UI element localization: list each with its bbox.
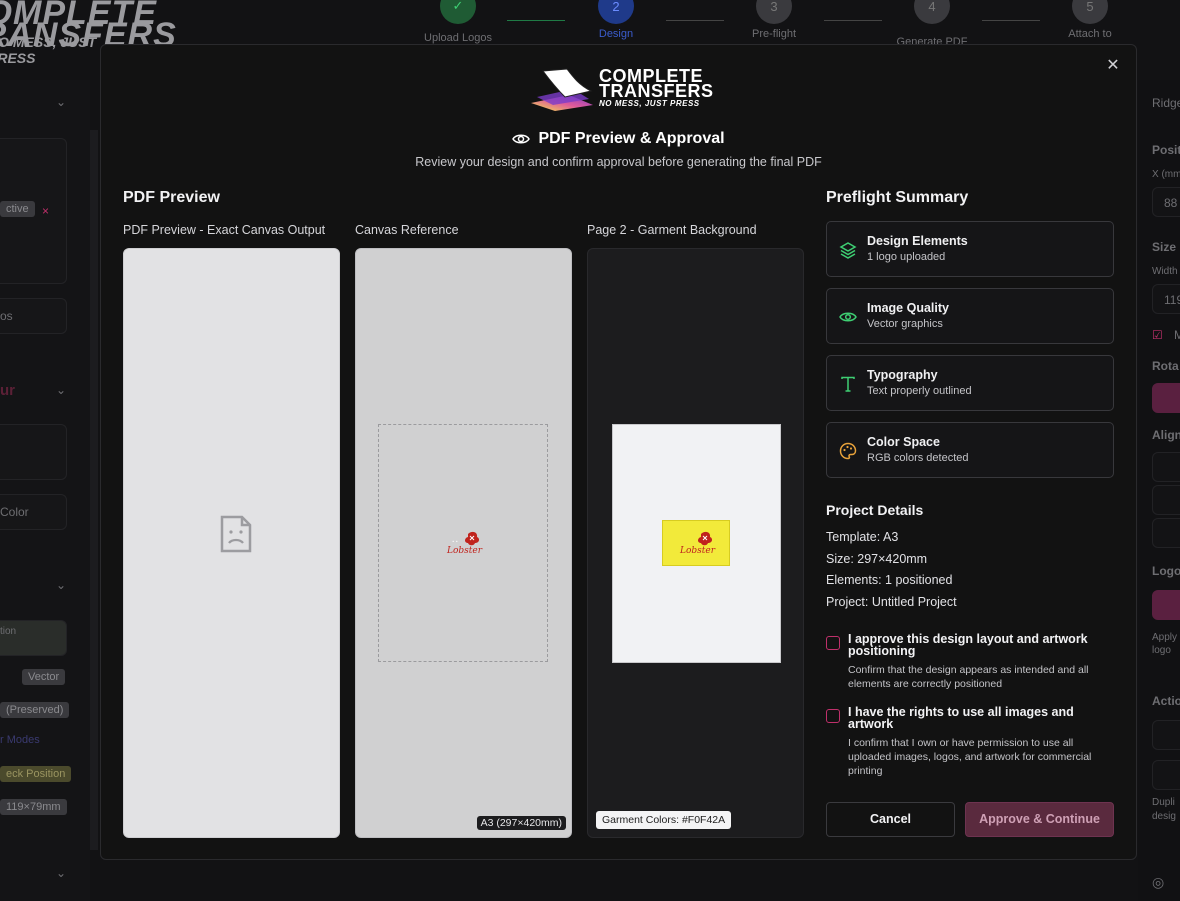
svg-text:• •: • • — [452, 539, 458, 544]
rights-confirmation-checkbox[interactable] — [826, 709, 840, 723]
garment-color-swatch: Lobster — [662, 520, 730, 566]
approve-continue-button[interactable]: Approve & Continue — [965, 802, 1114, 837]
eye-icon — [512, 134, 531, 144]
step-connector — [982, 20, 1040, 21]
layers-icon — [839, 242, 857, 259]
maintain-ratio-checkbox[interactable]: ☑ — [1152, 328, 1163, 342]
garment-background-frame: Lobster Garment Colors: #F0F42A — [587, 248, 804, 838]
step-attach[interactable]: 5 Attach to — [1068, 0, 1112, 40]
preflight-image-quality: Image Quality Vector graphics — [826, 288, 1114, 344]
preflight-heading: Preflight Summary — [826, 189, 969, 206]
lobster-logo-thumbnail: Lobster — [679, 531, 716, 556]
step-design[interactable]: 2 Design — [598, 0, 634, 40]
align-button[interactable] — [1152, 485, 1180, 515]
logo-action-button[interactable] — [1152, 590, 1180, 620]
project-details-heading: Project Details — [826, 502, 924, 518]
step-preflight[interactable]: 3 Pre-flight — [752, 0, 796, 40]
step-connector — [666, 20, 724, 21]
detail-project: Project: Untitled Project — [826, 595, 957, 609]
step-connector — [824, 20, 882, 21]
chevron-down-icon[interactable]: ⌄ — [56, 383, 66, 397]
panel-label-canvas: Canvas Reference — [355, 223, 459, 237]
panel-label-garment: Page 2 - Garment Background — [587, 223, 757, 237]
remove-icon[interactable]: × — [42, 204, 49, 218]
sidebar-panel — [0, 424, 67, 480]
check-icon: ✓ — [440, 0, 476, 24]
panel-label-pdf: PDF Preview - Exact Canvas Output — [123, 223, 326, 237]
align-button[interactable] — [1152, 452, 1180, 482]
align-button[interactable] — [1152, 518, 1180, 548]
left-scrollbar[interactable] — [90, 130, 98, 850]
garment-page: Lobster — [612, 424, 781, 663]
progress-stepper: ✓ Upload Logos 2 Design 3 Pre-flight 4 G… — [410, 0, 1130, 48]
palette-icon — [839, 442, 857, 460]
detail-elements: Elements: 1 positioned — [826, 573, 953, 587]
detail-template: Template: A3 — [826, 530, 899, 544]
garment-colors-badge: Garment Colors: #F0F42A — [596, 811, 732, 829]
canvas-size-badge: A3 (297×420mm) — [476, 816, 566, 830]
detail-size: Size: 297×420mm — [826, 552, 928, 566]
chevron-down-icon[interactable]: ⌄ — [56, 866, 66, 880]
modal-subtitle: Review your design and confirm approval … — [415, 155, 822, 169]
svg-text:Lobster: Lobster — [679, 546, 716, 556]
rotate-button[interactable] — [1152, 383, 1180, 413]
pdf-preview-frame[interactable] — [123, 248, 340, 838]
preflight-color-space: Color Space RGB colors detected — [826, 422, 1114, 478]
step-upload-logos[interactable]: ✓ Upload Logos — [424, 0, 492, 44]
pdf-preview-heading: PDF Preview — [123, 189, 220, 206]
type-icon — [841, 376, 855, 392]
eye-icon — [839, 312, 857, 322]
action-button[interactable] — [1152, 720, 1180, 750]
brand-mark-icon — [531, 68, 593, 111]
canvas-area: Lobster • • — [378, 424, 548, 662]
canvas-reference-frame: Lobster • • A3 (297×420mm) — [355, 248, 572, 838]
svg-text:Lobster: Lobster — [446, 546, 483, 556]
palette-icon[interactable]: ◎ — [1152, 874, 1164, 891]
step-connector — [507, 20, 565, 21]
chevron-down-icon[interactable]: ⌄ — [56, 95, 66, 109]
preflight-typography: Typography Text properly outlined — [826, 355, 1114, 411]
pdf-approval-modal: ✕ COMPLETE TRANSFERS NO MESS, JUST PRESS… — [100, 44, 1137, 860]
cancel-button[interactable]: Cancel — [826, 802, 955, 837]
approve-layout-row: I approve this design layout and artwork… — [826, 633, 1116, 693]
rights-confirmation-row: I have the rights to use all images and … — [826, 706, 1116, 782]
approve-layout-checkbox[interactable] — [826, 636, 840, 650]
brand-logo: COMPLETE TRANSFERS NO MESS, JUST PRESS — [529, 67, 713, 111]
action-button[interactable] — [1152, 760, 1180, 790]
preflight-design-elements: Design Elements 1 logo uploaded — [826, 221, 1114, 277]
step-generate-pdf[interactable]: 4 Generate PDF — [897, 0, 967, 48]
modal-title: PDF Preview & Approval — [101, 130, 1136, 148]
broken-document-icon — [220, 515, 252, 553]
close-icon[interactable]: ✕ — [1104, 57, 1122, 75]
lobster-logo-thumbnail: Lobster • • — [446, 531, 483, 556]
chevron-down-icon[interactable]: ⌄ — [56, 578, 66, 592]
